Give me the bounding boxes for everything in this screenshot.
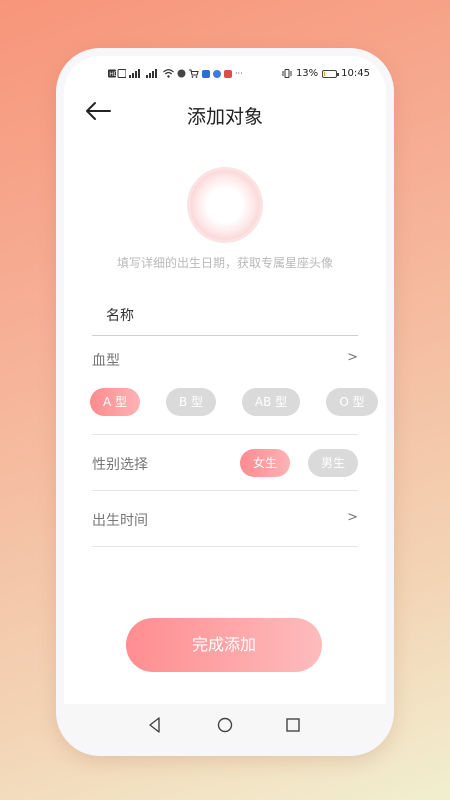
more-icon: ··· [235, 69, 243, 78]
nav-recents-icon[interactable] [284, 716, 302, 734]
chevron-right-icon: > [347, 350, 358, 365]
birth-time-label: 出生时间 [92, 513, 148, 529]
page-title: 添加对象 [186, 106, 263, 128]
signal-icon [129, 69, 143, 78]
gender-label: 性别选择 [92, 457, 148, 473]
nav-back-icon[interactable] [146, 716, 164, 734]
clock: 10:45 [341, 68, 370, 79]
app-icon [177, 69, 186, 78]
gender-option-female[interactable]: 女生 [240, 449, 290, 477]
divider [92, 546, 358, 547]
blood-type-option-b[interactable]: B 型 [166, 388, 216, 416]
app-red-icon [224, 69, 232, 78]
divider [92, 490, 358, 491]
system-nav-bar [64, 704, 386, 748]
gender-option-male[interactable]: 男生 [308, 449, 358, 477]
phone-frame: HD ··· 13% 10:45 添加对象 填写详细的出生日期，获取专属星座头像… [56, 48, 394, 756]
blood-type-option-a[interactable]: A 型 [90, 388, 140, 416]
battery-percent: 13% [295, 68, 319, 79]
blood-type-option-ab[interactable]: AB 型 [242, 388, 300, 416]
vibrate-icon [282, 69, 292, 78]
nav-home-icon[interactable] [216, 716, 234, 734]
birth-time-row[interactable]: 出生时间 > [92, 510, 358, 532]
app-blue-icon [202, 69, 210, 78]
hd-icon: HD [108, 69, 127, 78]
chevron-right-icon: > [347, 510, 358, 525]
battery-level [324, 71, 326, 76]
wifi-icon [163, 69, 174, 78]
app-screen: HD ··· 13% 10:45 添加对象 填写详细的出生日期，获取专属星座头像… [64, 56, 386, 748]
zodiac-avatar[interactable] [190, 170, 260, 240]
name-input[interactable] [92, 296, 358, 336]
app-blue2-icon [213, 69, 221, 78]
submit-button[interactable]: 完成添加 [126, 618, 322, 672]
battery-icon [322, 69, 340, 78]
blood-type-label: 血型 [92, 353, 120, 369]
status-icons-left: HD ··· [108, 69, 243, 78]
cart-icon [189, 69, 199, 78]
status-bar: HD ··· 13% 10:45 [64, 56, 386, 92]
divider [92, 434, 358, 435]
svg-text:HD: HD [109, 71, 119, 78]
blood-type-option-o[interactable]: O 型 [326, 388, 378, 416]
blood-type-row[interactable]: 血型 > [92, 350, 358, 372]
status-icons-right: 13% 10:45 [282, 68, 370, 79]
avatar-hint: 填写详细的出生日期，获取专属星座头像 [116, 256, 333, 270]
signal-4g-icon [146, 69, 160, 78]
